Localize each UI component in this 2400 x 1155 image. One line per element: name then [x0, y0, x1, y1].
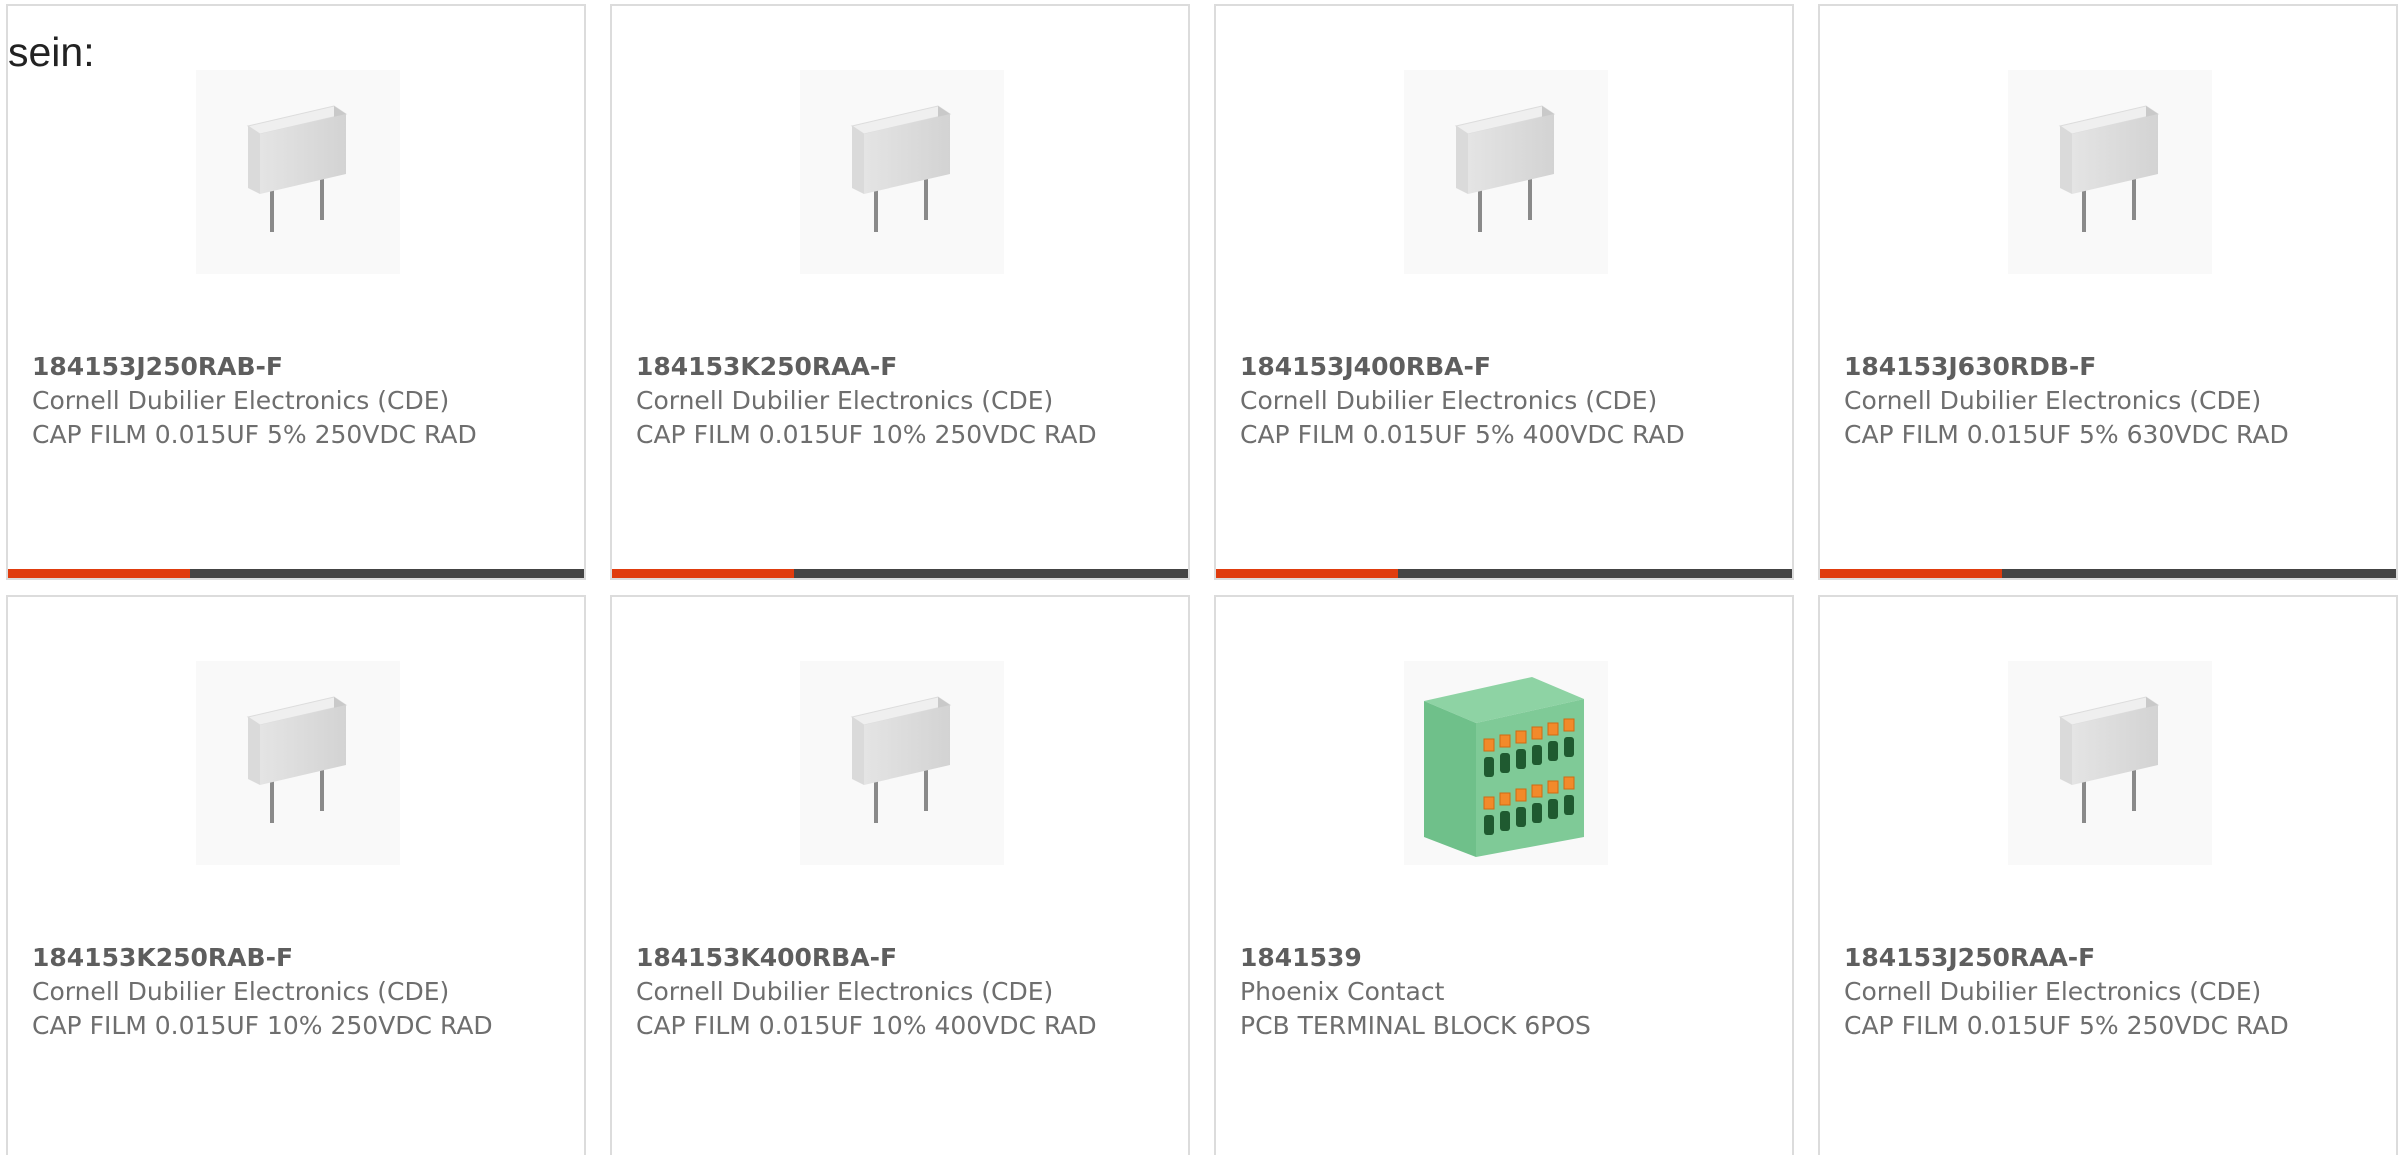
product-image[interactable] [800, 661, 1004, 865]
manufacturer: Cornell Dubilier Electronics (CDE) [32, 977, 450, 1006]
product-image[interactable] [1404, 70, 1608, 274]
card-bar [612, 569, 1188, 578]
product-card[interactable]: 184153J250RAA-F Cornell Dubilier Electro… [1818, 595, 2398, 1155]
product-info: 184153K250RAA-F Cornell Dubilier Electro… [636, 350, 1168, 452]
part-number[interactable]: 184153K250RAA-F [636, 350, 1168, 384]
part-number[interactable]: 184153J250RAB-F [32, 350, 564, 384]
product-card[interactable]: 184153K400RBA-F Cornell Dubilier Electro… [610, 595, 1190, 1155]
card-bar [8, 569, 584, 578]
part-number[interactable]: 184153K400RBA-F [636, 941, 1168, 975]
product-info: 184153J400RBA-F Cornell Dubilier Electro… [1240, 350, 1772, 452]
product-grid: 184153J250RAB-F Cornell Dubilier Electro… [6, 4, 2398, 1155]
film-capacitor-image [2058, 105, 2160, 232]
product-card[interactable]: 184153J630RDB-F Cornell Dubilier Electro… [1818, 4, 2398, 580]
product-image[interactable] [2008, 661, 2212, 865]
film-capacitor-image [246, 105, 348, 232]
card-bar-accent [1216, 569, 1398, 578]
product-info: 1841539 Phoenix Contact PCB TERMINAL BLO… [1240, 941, 1772, 1043]
description: CAP FILM 0.015UF 10% 250VDC RAD [636, 420, 1097, 449]
manufacturer: Cornell Dubilier Electronics (CDE) [636, 386, 1054, 415]
description: CAP FILM 0.015UF 5% 250VDC RAD [1844, 1011, 2289, 1040]
card-bar-accent [8, 569, 190, 578]
film-capacitor-image [850, 696, 952, 823]
description: CAP FILM 0.015UF 5% 250VDC RAD [32, 420, 477, 449]
card-bar-accent [612, 569, 794, 578]
product-card[interactable]: 184153J250RAB-F Cornell Dubilier Electro… [6, 4, 586, 580]
product-image[interactable] [1404, 661, 1608, 865]
film-capacitor-image [2058, 696, 2160, 823]
card-bar-accent [1820, 569, 2002, 578]
card-bar [1216, 569, 1792, 578]
card-bar [1820, 569, 2396, 578]
product-card[interactable]: 184153K250RAB-F Cornell Dubilier Electro… [6, 595, 586, 1155]
description: CAP FILM 0.015UF 5% 400VDC RAD [1240, 420, 1685, 449]
part-number[interactable]: 184153J400RBA-F [1240, 350, 1772, 384]
part-number[interactable]: 184153J250RAA-F [1844, 941, 2376, 975]
product-info: 184153J250RAB-F Cornell Dubilier Electro… [32, 350, 564, 452]
manufacturer: Cornell Dubilier Electronics (CDE) [1844, 386, 2262, 415]
product-info: 184153J250RAA-F Cornell Dubilier Electro… [1844, 941, 2376, 1043]
part-number[interactable]: 184153J630RDB-F [1844, 350, 2376, 384]
intro-text: sein: [8, 29, 95, 75]
manufacturer: Cornell Dubilier Electronics (CDE) [1240, 386, 1658, 415]
product-image[interactable] [800, 70, 1004, 274]
product-info: 184153K400RBA-F Cornell Dubilier Electro… [636, 941, 1168, 1043]
product-image[interactable] [196, 70, 400, 274]
manufacturer: Cornell Dubilier Electronics (CDE) [32, 386, 450, 415]
product-info: 184153K250RAB-F Cornell Dubilier Electro… [32, 941, 564, 1043]
description: PCB TERMINAL BLOCK 6POS [1240, 1011, 1591, 1040]
film-capacitor-image [1454, 105, 1556, 232]
description: CAP FILM 0.015UF 5% 630VDC RAD [1844, 420, 2289, 449]
part-number[interactable]: 1841539 [1240, 941, 1772, 975]
product-image[interactable] [2008, 70, 2212, 274]
product-info: 184153J630RDB-F Cornell Dubilier Electro… [1844, 350, 2376, 452]
film-capacitor-image [246, 696, 348, 823]
product-card[interactable]: 184153K250RAA-F Cornell Dubilier Electro… [610, 4, 1190, 580]
description: CAP FILM 0.015UF 10% 400VDC RAD [636, 1011, 1097, 1040]
terminal-block-image [1424, 677, 1584, 857]
product-card[interactable]: 184153J400RBA-F Cornell Dubilier Electro… [1214, 4, 1794, 580]
manufacturer: Cornell Dubilier Electronics (CDE) [636, 977, 1054, 1006]
description: CAP FILM 0.015UF 10% 250VDC RAD [32, 1011, 493, 1040]
product-card[interactable]: 1841539 Phoenix Contact PCB TERMINAL BLO… [1214, 595, 1794, 1155]
manufacturer: Cornell Dubilier Electronics (CDE) [1844, 977, 2262, 1006]
film-capacitor-image [850, 105, 952, 232]
part-number[interactable]: 184153K250RAB-F [32, 941, 564, 975]
page: sein: 184153J250RAB-F Cornell Dubilier E… [0, 0, 2400, 1155]
product-image[interactable] [196, 661, 400, 865]
manufacturer: Phoenix Contact [1240, 977, 1445, 1006]
